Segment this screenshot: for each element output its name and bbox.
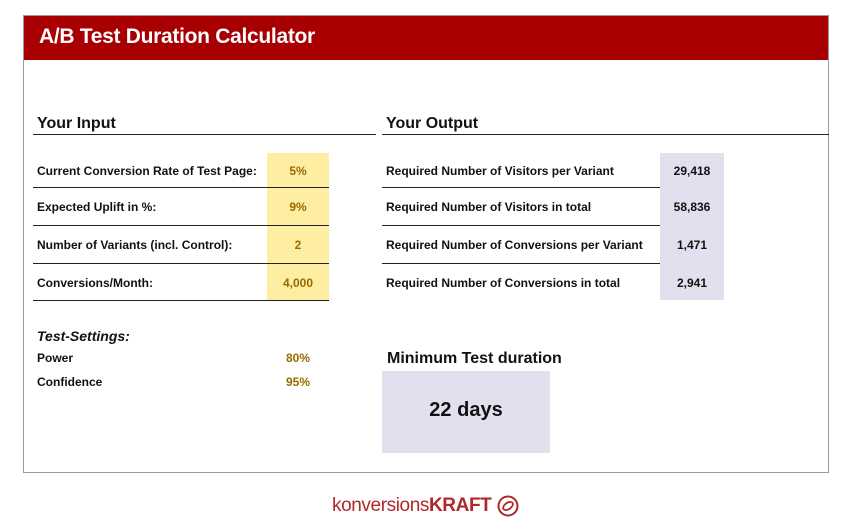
variants-input[interactable]: 2 xyxy=(267,238,329,252)
input-title-underline xyxy=(33,134,376,135)
duration-title: Minimum Test duration xyxy=(387,350,562,367)
konversionskraft-logo: konversions KRAFT xyxy=(332,495,519,517)
expected-uplift-input[interactable]: 9% xyxy=(267,200,329,214)
confidence-label: Confidence xyxy=(37,375,103,389)
row-divider xyxy=(382,225,660,226)
output-row-label: Required Number of Conversions in total xyxy=(386,276,621,290)
row-divider xyxy=(33,225,329,226)
input-row-label: Conversions/Month: xyxy=(37,276,153,290)
output-section-title: Your Output xyxy=(386,115,479,132)
conversions-total-value: 2,941 xyxy=(676,276,708,290)
page-title: A/B Test Duration Calculator xyxy=(39,25,315,48)
header-bar: A/B Test Duration Calculator xyxy=(24,16,828,60)
output-title-underline xyxy=(382,134,829,135)
confidence-value[interactable]: 95% xyxy=(267,375,329,389)
output-row-label: Required Number of Visitors per Variant xyxy=(386,164,614,178)
input-row-label: Number of Variants (incl. Control): xyxy=(37,238,233,252)
row-divider xyxy=(382,263,660,264)
input-section-title: Your Input xyxy=(37,115,116,132)
visitors-per-variant-value: 29,418 xyxy=(673,164,711,178)
power-label: Power xyxy=(37,351,74,365)
row-divider xyxy=(33,187,329,188)
input-row-label: Expected Uplift in %: xyxy=(37,200,157,214)
logo-text-bold: KRAFT xyxy=(428,495,492,516)
output-row-label: Required Number of Visitors in total xyxy=(386,200,592,214)
conversion-rate-input[interactable]: 5% xyxy=(267,164,329,178)
duration-value: 22 days xyxy=(429,399,503,421)
row-divider xyxy=(33,263,329,264)
conversions-per-variant-value: 1,471 xyxy=(676,238,708,252)
row-divider xyxy=(382,187,660,188)
row-divider xyxy=(33,300,329,301)
logo-text-light: konversions xyxy=(332,495,429,516)
konversionskraft-logo-icon xyxy=(497,495,519,517)
power-value[interactable]: 80% xyxy=(267,351,329,365)
input-row-label: Current Conversion Rate of Test Page: xyxy=(37,164,257,178)
test-settings-title: Test-Settings: xyxy=(37,328,130,344)
output-row-label: Required Number of Conversions per Varia… xyxy=(386,238,643,252)
conversions-month-input[interactable]: 4,000 xyxy=(267,276,329,290)
visitors-total-value: 58,836 xyxy=(673,200,711,214)
